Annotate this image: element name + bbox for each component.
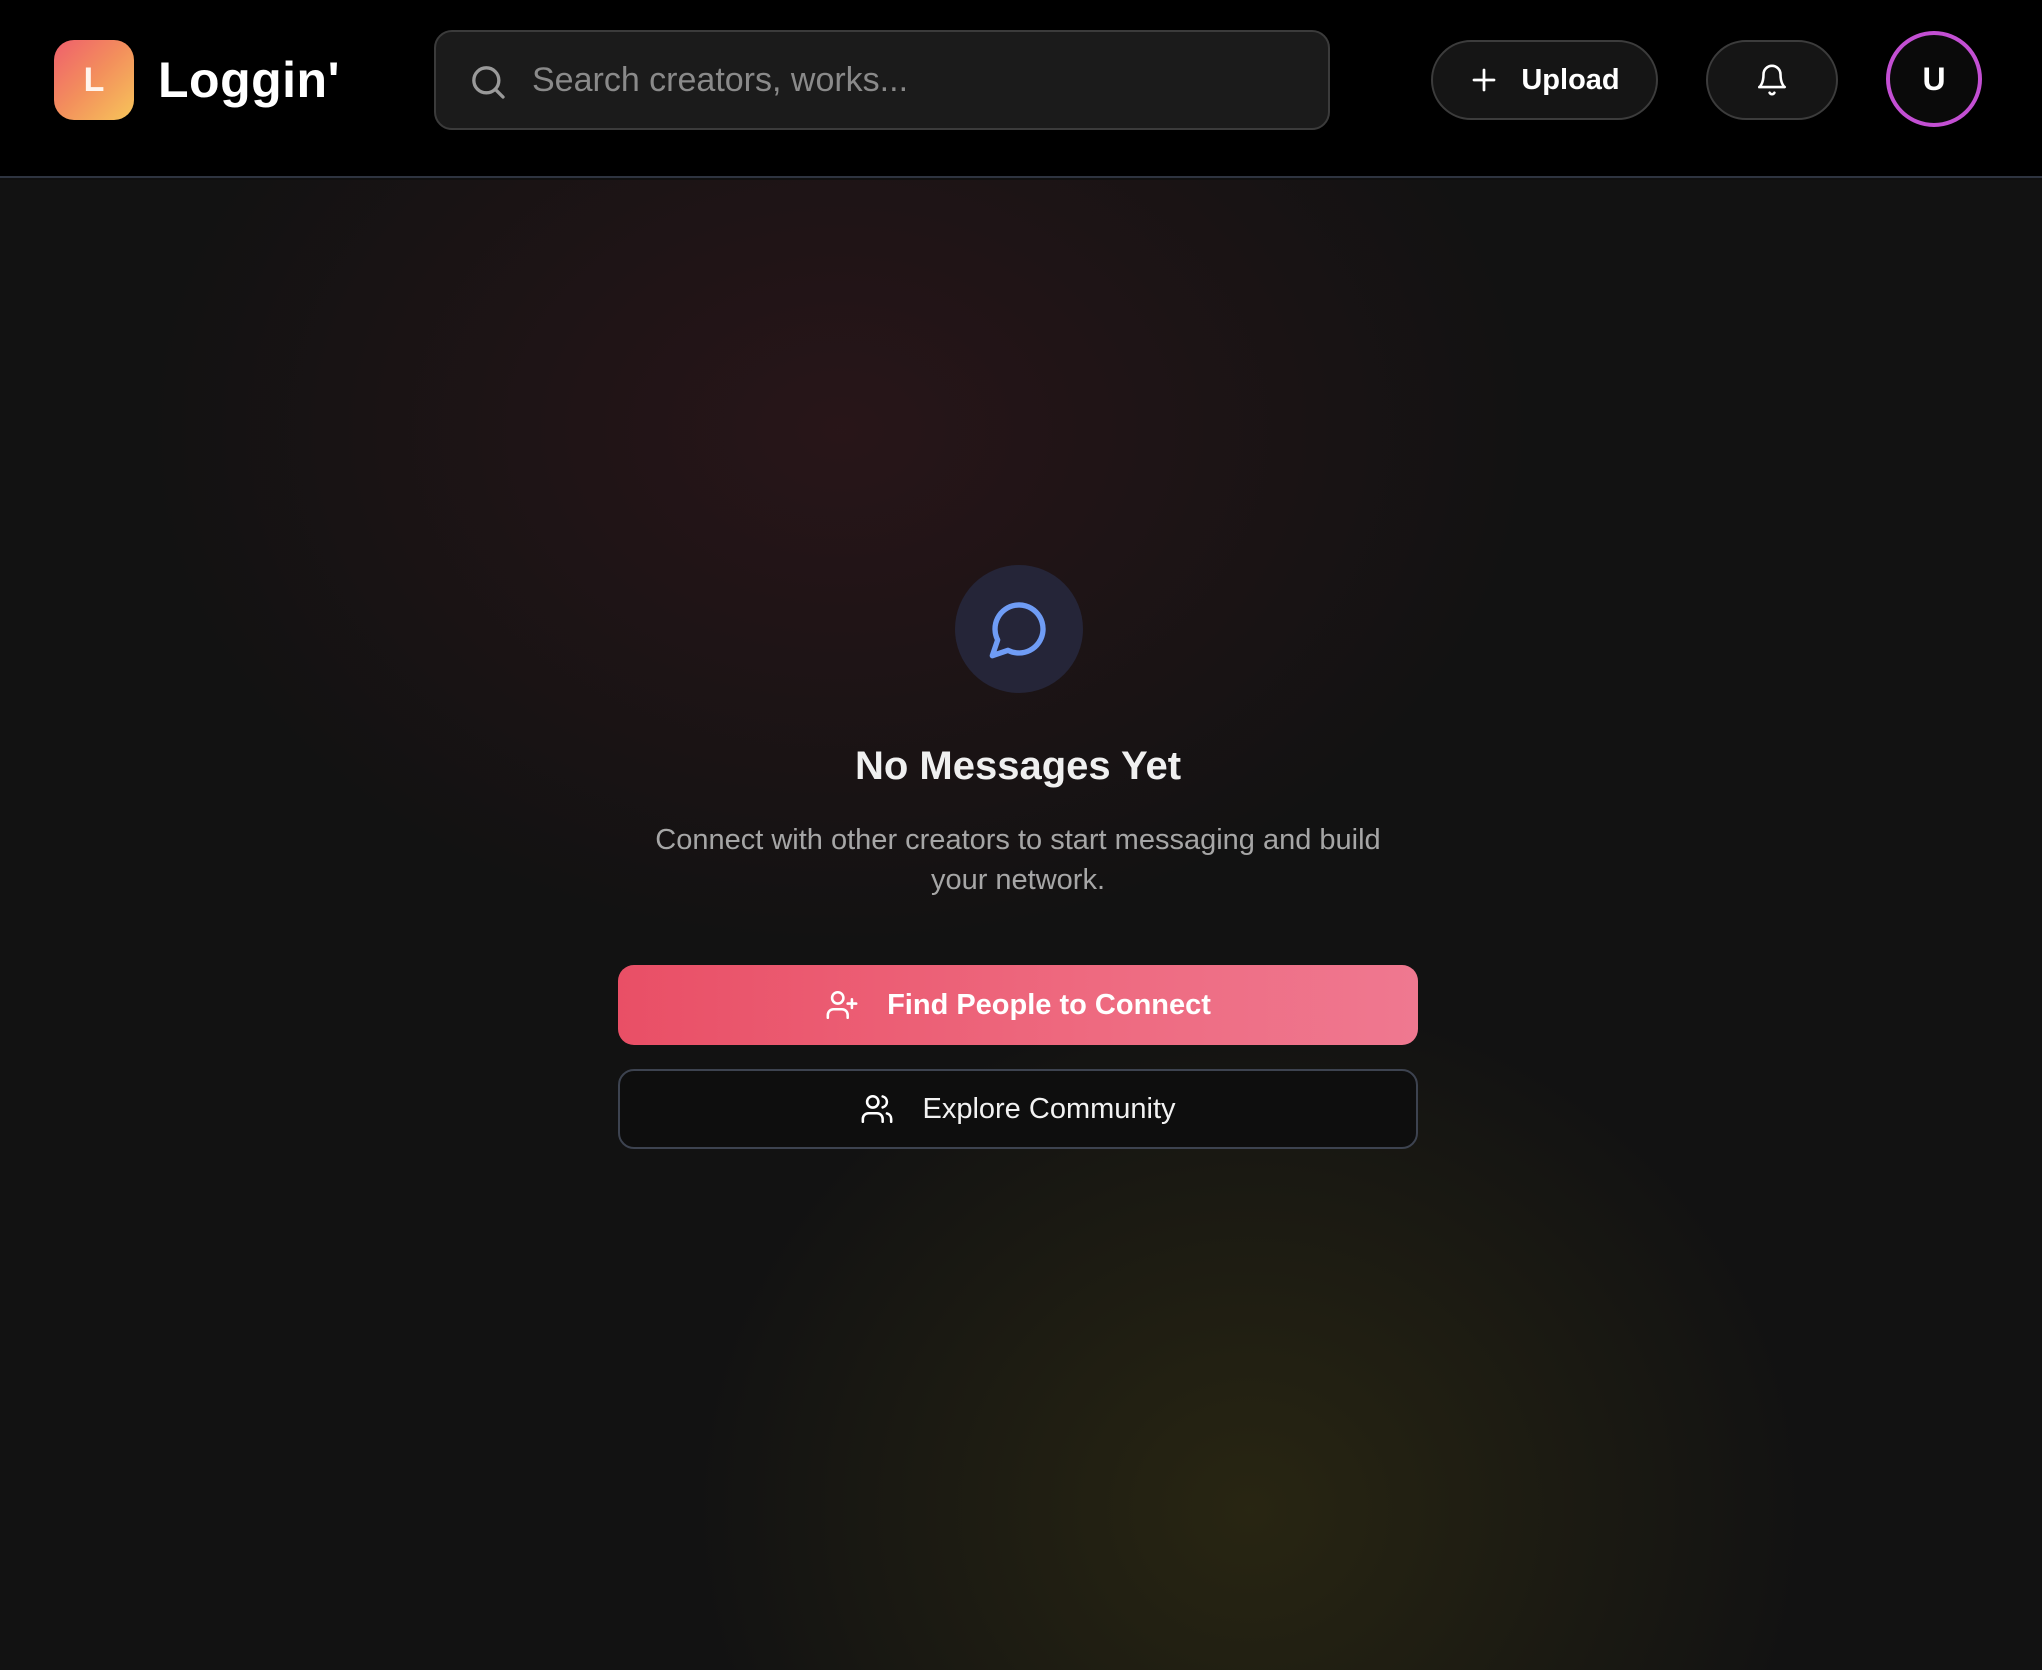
user-plus-icon [826,990,858,1020]
empty-state-description: Connect with other creators to start mes… [655,824,1381,896]
upload-label: Upload [1521,63,1620,96]
logo-icon[interactable]: L [54,40,134,120]
top-navigation-bar: L Loggin' Upload U [0,0,2042,178]
logo-letter: L [83,60,105,99]
app-title[interactable]: Loggin' [158,46,340,114]
search-icon [472,66,505,99]
find-people-button[interactable]: Find People to Connect [618,965,1418,1045]
explore-community-button[interactable]: Explore Community [618,1069,1418,1149]
message-circle-icon [989,602,1046,659]
find-people-label: Find People to Connect [887,988,1211,1021]
bell-icon [1757,64,1787,96]
plus-icon [1472,68,1496,92]
search-bar[interactable] [434,30,1330,130]
empty-state-title: No Messages Yet [854,744,1182,788]
avatar-initial: U [1922,60,1946,97]
explore-community-label: Explore Community [922,1092,1176,1125]
messages-empty-state: No Messages Yet Connect with other creat… [0,180,2042,1670]
messages-page: No Messages Yet Connect with other creat… [0,180,2042,1670]
avatar[interactable]: U [1886,31,1982,127]
notifications-button[interactable] [1706,40,1838,120]
search-input[interactable] [532,32,1302,128]
empty-state-icon-circle [955,565,1083,693]
upload-button[interactable]: Upload [1431,40,1658,120]
users-icon [862,1094,893,1124]
